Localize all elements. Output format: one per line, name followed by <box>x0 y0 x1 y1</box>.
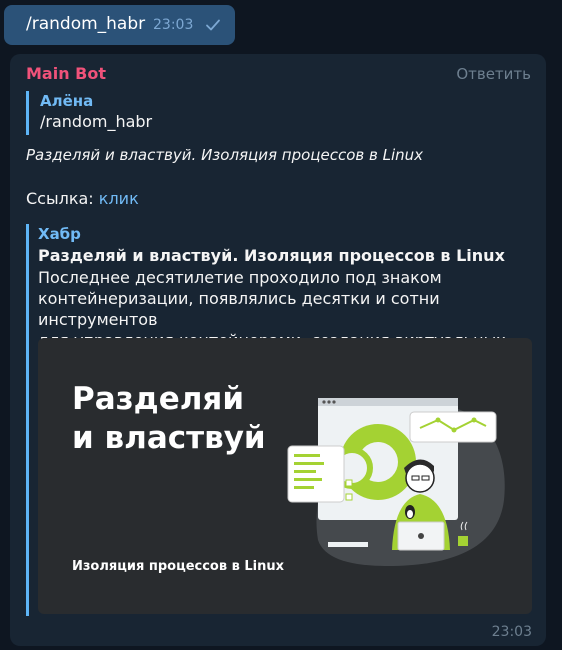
preview-site-name: Хабр <box>38 225 81 243</box>
reply-quote[interactable]: Алёна /random_habr <box>26 91 306 135</box>
reply-button[interactable]: Ответить <box>456 65 531 83</box>
incoming-message-time: 23:03 <box>491 624 532 640</box>
quote-author: Алёна <box>40 92 94 110</box>
preview-image[interactable]: Разделяй и властвуй Изоляция процессов в… <box>38 338 532 614</box>
preview-title: Разделяй и властвуй. Изоляция процессов … <box>38 246 505 265</box>
link-line: Ссылка: клик <box>26 189 139 208</box>
quote-text: /random_habr <box>40 112 153 131</box>
developer-illustration <box>287 398 505 566</box>
sender-name[interactable]: Main Bot <box>26 64 106 83</box>
preview-image-subtitle: Изоляция процессов в Linux <box>72 559 285 574</box>
outgoing-message-text: /random_habr <box>26 14 146 34</box>
article-link[interactable]: клик <box>99 189 139 208</box>
outgoing-message[interactable]: /random_habr 23:03 <box>4 5 235 45</box>
preview-image-title: Разделяй и властвуй <box>72 381 266 456</box>
outgoing-message-time: 23:03 <box>153 17 194 33</box>
article-title-italic: Разделяй и властвуй. Изоляция процессов … <box>26 146 424 164</box>
incoming-message[interactable]: Main Bot Ответить Алёна /random_habr Раз… <box>10 54 546 646</box>
link-preview[interactable]: Хабр Разделяй и властвуй. Изоляция проце… <box>26 224 532 616</box>
link-prefix: Ссылка: <box>26 189 99 208</box>
check-icon <box>206 19 220 31</box>
